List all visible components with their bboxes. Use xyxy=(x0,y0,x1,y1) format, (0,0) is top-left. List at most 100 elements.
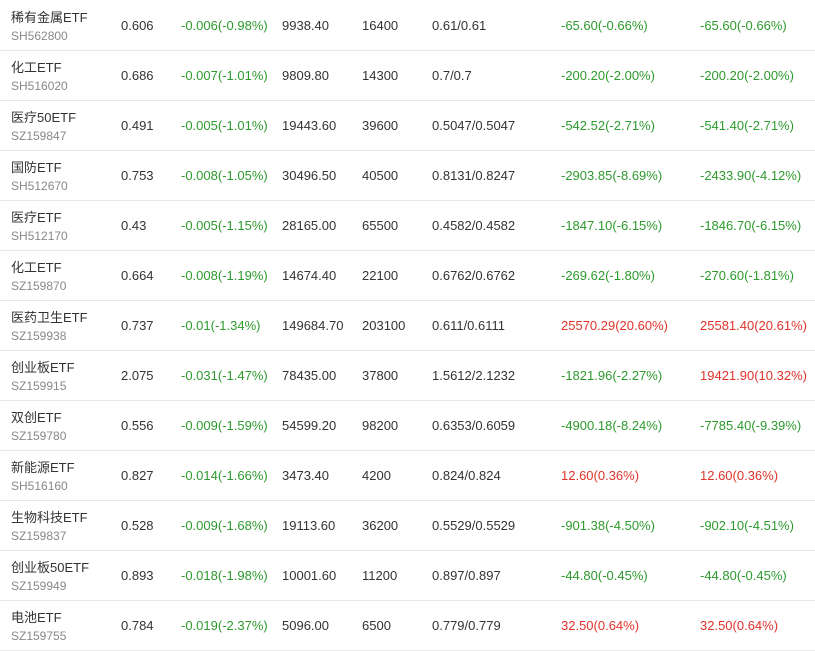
name-cell[interactable]: 化工ETF SZ159870 xyxy=(11,251,116,300)
price-cell: 0.606 xyxy=(121,18,154,33)
turnover-cell: 28165.00 xyxy=(282,218,337,233)
range-cell: 0.6353/0.6059 xyxy=(432,418,516,433)
flow-cell-2: -1846.70(-6.15%) xyxy=(700,218,802,233)
range-cell: 0.8131/0.8247 xyxy=(432,168,516,183)
flow-cell-1: 25570.29(20.60%) xyxy=(561,318,668,333)
name-cell[interactable]: 创业板50ETF SZ159949 xyxy=(11,551,116,600)
table-row[interactable]: 生物科技ETF SZ159837 0.528 -0.009(-1.68%) 19… xyxy=(0,501,815,551)
price-cell: 0.827 xyxy=(121,468,154,483)
flow-cell-1: -200.20(-2.00%) xyxy=(561,68,655,83)
volume-cell: 203100 xyxy=(362,318,406,333)
etf-name-link[interactable]: 国防ETF xyxy=(11,157,62,176)
flow-cell-1: -44.80(-0.45%) xyxy=(561,568,648,583)
range-cell: 0.5047/0.5047 xyxy=(432,118,516,133)
flow-cell-1: 12.60(0.36%) xyxy=(561,468,640,483)
volume-cell: 40500 xyxy=(362,168,399,183)
table-row[interactable]: 医疗50ETF SZ159847 0.491 -0.005(-1.01%) 19… xyxy=(0,101,815,151)
table-row[interactable]: 电池ETF SZ159755 0.784 -0.019(-2.37%) 5096… xyxy=(0,601,815,651)
turnover-cell: 149684.70 xyxy=(282,318,344,333)
etf-name-link[interactable]: 化工ETF xyxy=(11,257,62,276)
flow-cell-1: -901.38(-4.50%) xyxy=(561,518,655,533)
volume-cell: 6500 xyxy=(362,618,391,633)
turnover-cell: 5096.00 xyxy=(282,618,329,633)
flow-cell-2: -200.20(-2.00%) xyxy=(700,68,794,83)
table-row[interactable]: 医疗ETF SH512170 0.43 -0.005(-1.15%) 28165… xyxy=(0,201,815,251)
flow-cell-2: -902.10(-4.51%) xyxy=(700,518,794,533)
price-cell: 2.075 xyxy=(121,368,154,383)
turnover-cell: 19443.60 xyxy=(282,118,337,133)
range-cell: 0.7/0.7 xyxy=(432,68,472,83)
etf-code: SZ159847 xyxy=(11,129,67,143)
name-cell[interactable]: 医疗ETF SH512170 xyxy=(11,201,116,250)
etf-name-link[interactable]: 医疗ETF xyxy=(11,207,62,226)
change-cell: -0.006(-0.98%) xyxy=(181,18,268,33)
table-row[interactable]: 创业板50ETF SZ159949 0.893 -0.018(-1.98%) 1… xyxy=(0,551,815,601)
change-cell: -0.005(-1.01%) xyxy=(181,118,268,133)
etf-code: SZ159915 xyxy=(11,379,67,393)
change-cell: -0.009(-1.59%) xyxy=(181,418,268,433)
table-row[interactable]: 化工ETF SH516020 0.686 -0.007(-1.01%) 9809… xyxy=(0,51,815,101)
name-cell[interactable]: 稀有金属ETF SH562800 xyxy=(11,1,116,50)
flow-cell-2: 19421.90(10.32%) xyxy=(700,368,807,383)
flow-cell-1: -269.62(-1.80%) xyxy=(561,268,655,283)
table-row[interactable]: 化工ETF SZ159870 0.664 -0.008(-1.19%) 1467… xyxy=(0,251,815,301)
flow-cell-2: -65.60(-0.66%) xyxy=(700,18,787,33)
volume-cell: 22100 xyxy=(362,268,399,283)
range-cell: 0.5529/0.5529 xyxy=(432,518,516,533)
turnover-cell: 9938.40 xyxy=(282,18,329,33)
change-cell: -0.005(-1.15%) xyxy=(181,218,268,233)
table-row[interactable]: 医药卫生ETF SZ159938 0.737 -0.01(-1.34%) 149… xyxy=(0,301,815,351)
volume-cell: 11200 xyxy=(362,568,398,583)
change-cell: -0.014(-1.66%) xyxy=(181,468,268,483)
turnover-cell: 9809.80 xyxy=(282,68,329,83)
table-row[interactable]: 创业板ETF SZ159915 2.075 -0.031(-1.47%) 784… xyxy=(0,351,815,401)
etf-name-link[interactable]: 医药卫生ETF xyxy=(11,307,88,326)
etf-code: SH516160 xyxy=(11,479,68,493)
etf-name-link[interactable]: 创业板50ETF xyxy=(11,557,89,576)
flow-cell-1: -2903.85(-8.69%) xyxy=(561,168,663,183)
table-row[interactable]: 稀有金属ETF SH562800 0.606 -0.006(-0.98%) 99… xyxy=(0,1,815,51)
change-cell: -0.009(-1.68%) xyxy=(181,518,268,533)
etf-table: 稀有金属ETF SH562800 0.606 -0.006(-0.98%) 99… xyxy=(0,0,815,651)
change-cell: -0.018(-1.98%) xyxy=(181,568,268,583)
flow-cell-1: -4900.18(-8.24%) xyxy=(561,418,663,433)
name-cell[interactable]: 化工ETF SH516020 xyxy=(11,51,116,100)
etf-name-link[interactable]: 电池ETF xyxy=(11,607,62,626)
etf-name-link[interactable]: 生物科技ETF xyxy=(11,507,88,526)
flow-cell-1: -1847.10(-6.15%) xyxy=(561,218,663,233)
etf-code: SH512670 xyxy=(11,179,68,193)
table-row[interactable]: 新能源ETF SH516160 0.827 -0.014(-1.66%) 347… xyxy=(0,451,815,501)
change-cell: -0.01(-1.34%) xyxy=(181,318,261,333)
table-row[interactable]: 国防ETF SH512670 0.753 -0.008(-1.05%) 3049… xyxy=(0,151,815,201)
turnover-cell: 30496.50 xyxy=(282,168,337,183)
etf-name-link[interactable]: 双创ETF xyxy=(11,407,62,426)
table-row[interactable]: 双创ETF SZ159780 0.556 -0.009(-1.59%) 5459… xyxy=(0,401,815,451)
etf-code: SZ159938 xyxy=(11,329,67,343)
turnover-cell: 78435.00 xyxy=(282,368,337,383)
name-cell[interactable]: 医疗50ETF SZ159847 xyxy=(11,101,116,150)
etf-code: SZ159949 xyxy=(11,579,67,593)
name-cell[interactable]: 创业板ETF SZ159915 xyxy=(11,351,116,400)
name-cell[interactable]: 生物科技ETF SZ159837 xyxy=(11,501,116,550)
price-cell: 0.686 xyxy=(121,68,154,83)
price-cell: 0.664 xyxy=(121,268,154,283)
name-cell[interactable]: 医药卫生ETF SZ159938 xyxy=(11,301,116,350)
turnover-cell: 14674.40 xyxy=(282,268,337,283)
name-cell[interactable]: 电池ETF SZ159755 xyxy=(11,601,116,650)
range-cell: 0.4582/0.4582 xyxy=(432,218,516,233)
range-cell: 0.824/0.824 xyxy=(432,468,501,483)
etf-name-link[interactable]: 创业板ETF xyxy=(11,357,75,376)
change-cell: -0.019(-2.37%) xyxy=(181,618,268,633)
etf-name-link[interactable]: 新能源ETF xyxy=(11,457,75,476)
etf-name-link[interactable]: 化工ETF xyxy=(11,57,62,76)
etf-name-link[interactable]: 稀有金属ETF xyxy=(11,7,88,26)
price-cell: 0.784 xyxy=(121,618,154,633)
flow-cell-2: 25581.40(20.61%) xyxy=(700,318,807,333)
etf-code: SH512170 xyxy=(11,229,68,243)
price-cell: 0.556 xyxy=(121,418,154,433)
volume-cell: 39600 xyxy=(362,118,399,133)
name-cell[interactable]: 国防ETF SH512670 xyxy=(11,151,116,200)
etf-name-link[interactable]: 医疗50ETF xyxy=(11,107,76,126)
name-cell[interactable]: 新能源ETF SH516160 xyxy=(11,451,116,500)
name-cell[interactable]: 双创ETF SZ159780 xyxy=(11,401,116,450)
